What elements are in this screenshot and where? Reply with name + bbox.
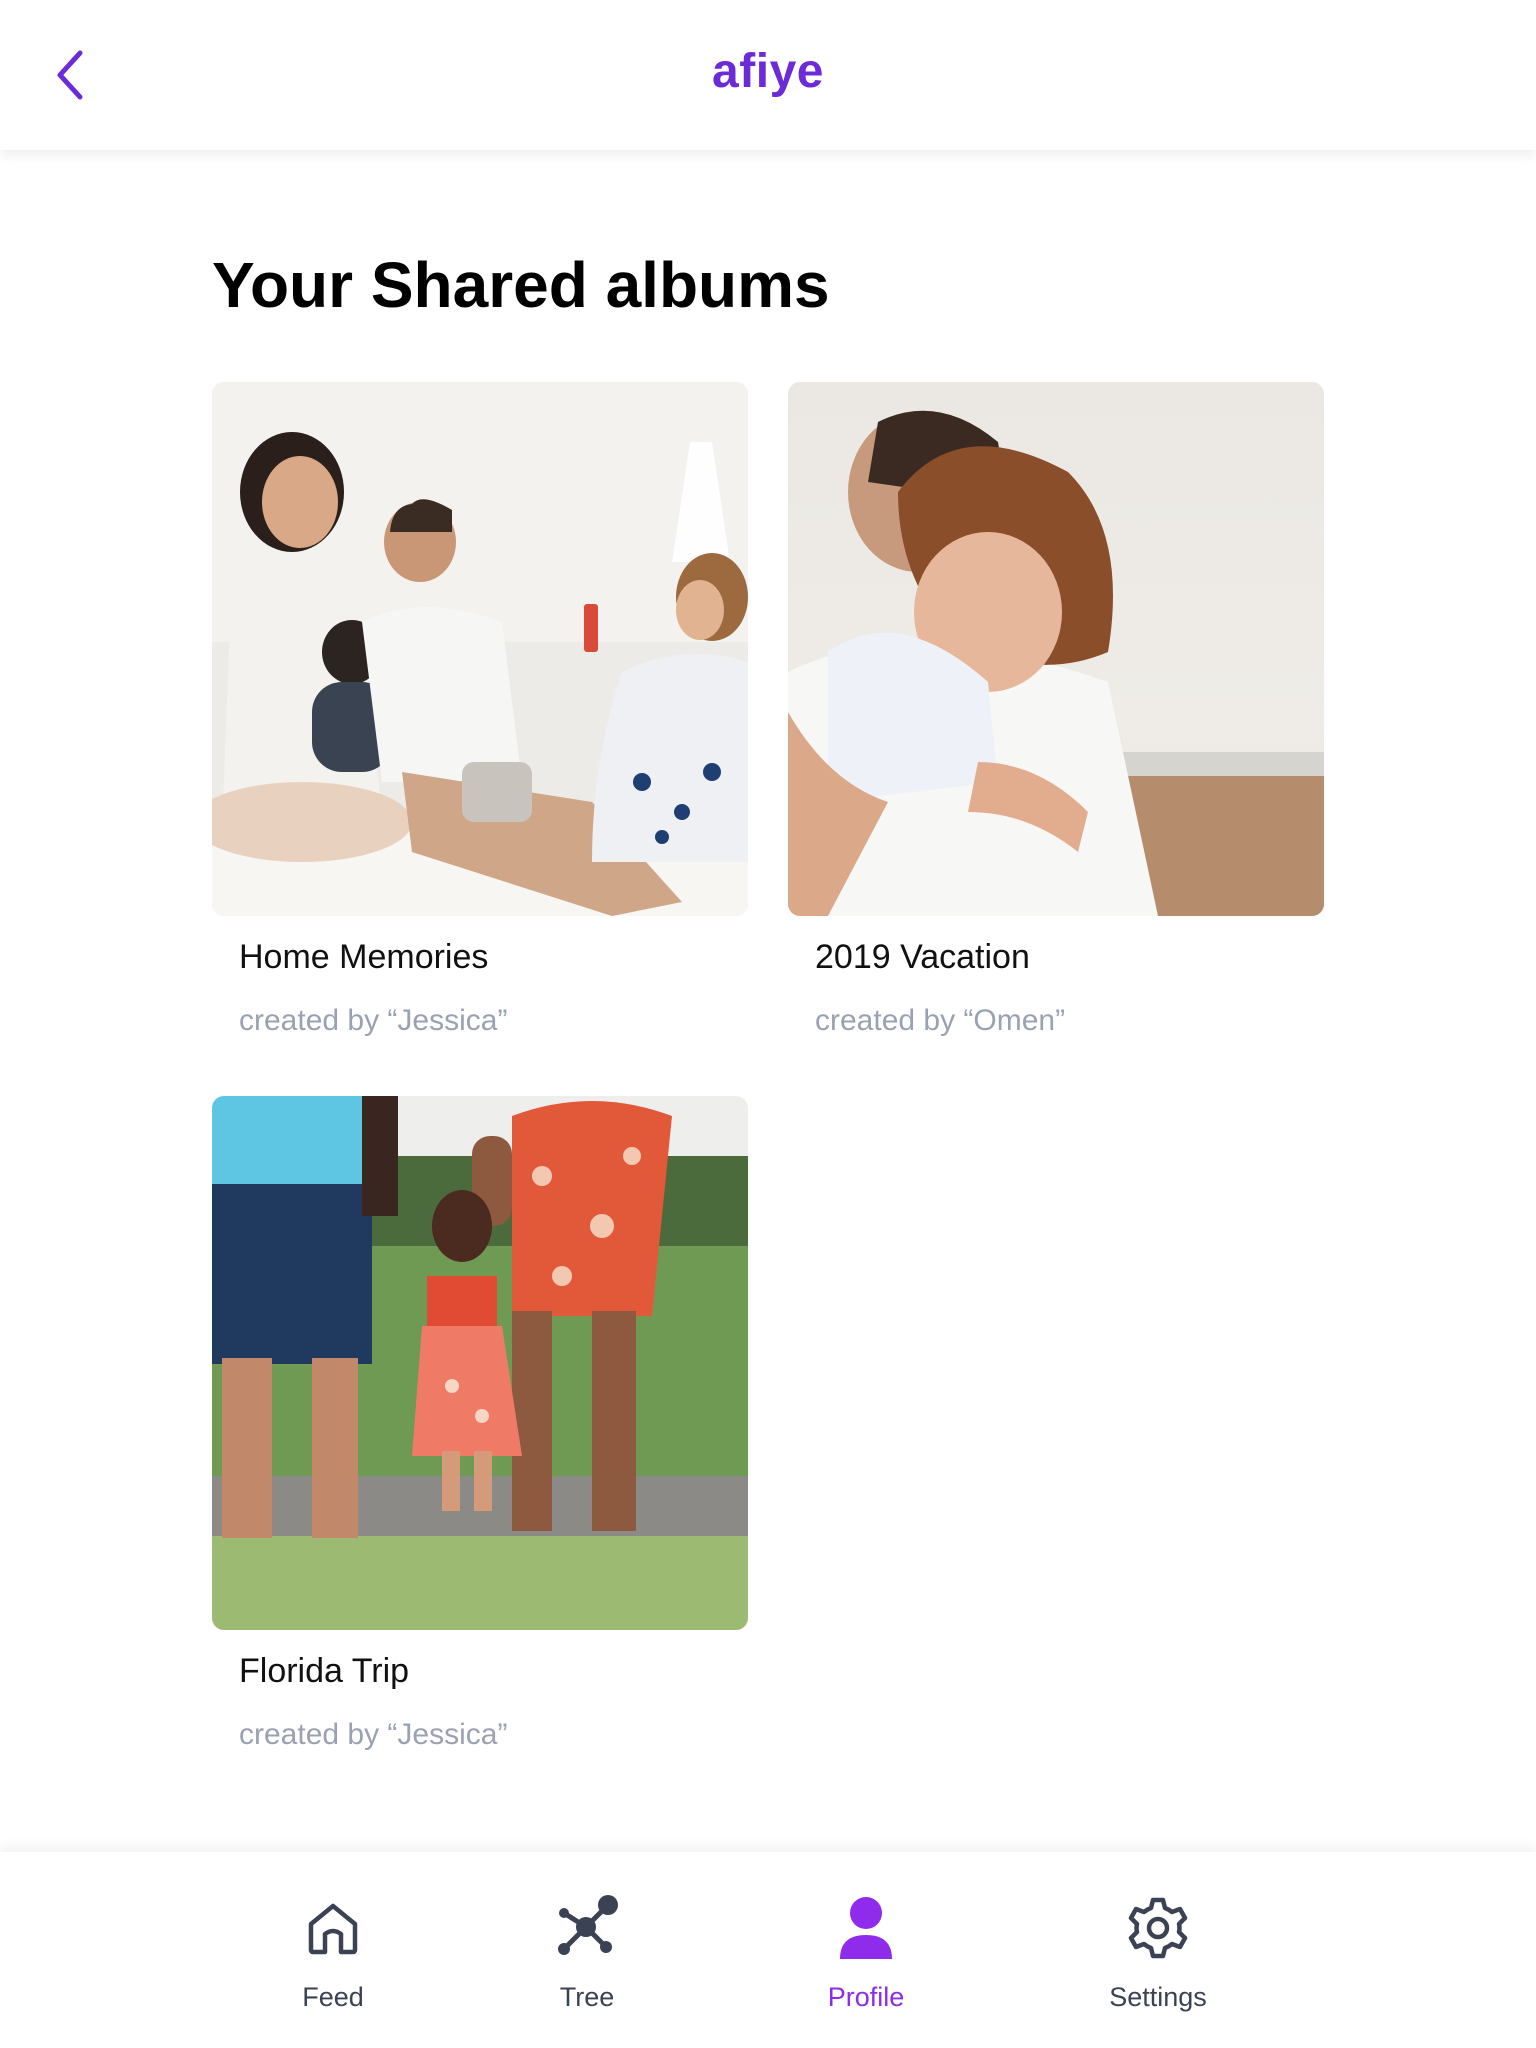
- app-screen: afiye Your Shared albums Home Memories c…: [0, 0, 1536, 2048]
- tab-label: Profile: [827, 1982, 905, 2012]
- tree-network-icon: [547, 1888, 627, 1968]
- album-creator: created by “Jessica”: [239, 1004, 508, 1037]
- tab-feed[interactable]: Feed: [243, 1888, 423, 2013]
- app-logo-text: afiye: [712, 45, 824, 98]
- album-card[interactable]: Home Memories created by “Jessica”: [212, 382, 748, 1037]
- album-creator: created by “Jessica”: [239, 1718, 508, 1751]
- album-creator: created by “Omen”: [815, 1004, 1066, 1037]
- gear-icon: [1118, 1888, 1198, 1968]
- album-card[interactable]: Florida Trip created by “Jessica”: [212, 1096, 748, 1751]
- bottom-tab-bar: Feed Tree Profile Settings: [0, 1852, 1536, 2048]
- tab-profile[interactable]: Profile: [776, 1888, 956, 2013]
- page-title: Your Shared albums: [212, 249, 830, 321]
- album-cover-photo: [788, 382, 1324, 916]
- home-icon: [293, 1888, 373, 1968]
- album-cover-photo: [212, 382, 748, 916]
- album-title: Home Memories: [239, 938, 489, 976]
- album-title: Florida Trip: [239, 1652, 410, 1690]
- tab-tree[interactable]: Tree: [497, 1888, 677, 2013]
- profile-icon: [826, 1888, 906, 1968]
- album-cover-photo: [212, 1096, 748, 1630]
- top-app-bar: afiye: [0, 0, 1536, 150]
- tab-label: Tree: [559, 1982, 615, 2012]
- tab-label: Settings: [1109, 1982, 1207, 2012]
- tab-settings[interactable]: Settings: [1068, 1888, 1248, 2013]
- album-title: 2019 Vacation: [815, 938, 1030, 976]
- album-card[interactable]: 2019 Vacation created by “Omen”: [788, 382, 1324, 1037]
- tab-label: Feed: [302, 1982, 364, 2012]
